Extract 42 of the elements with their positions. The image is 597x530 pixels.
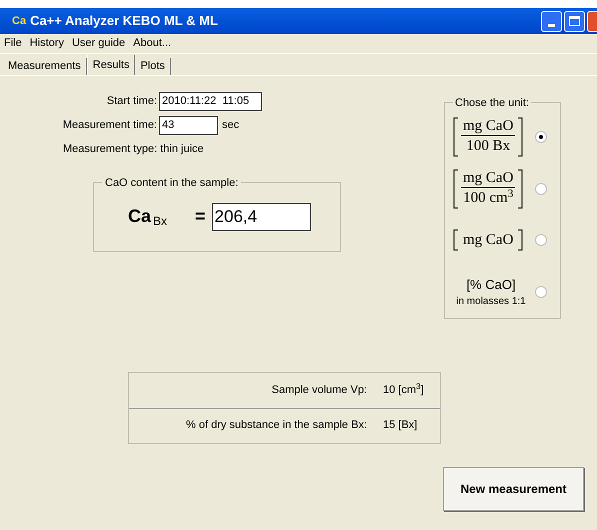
bracket-icon xyxy=(517,116,524,157)
minimize-button[interactable] xyxy=(541,10,562,32)
start-time-field[interactable]: 2010:11:22 11:05 xyxy=(159,92,262,110)
result-field[interactable]: 206,4 xyxy=(212,202,311,230)
unit-label: [% CaO] xyxy=(466,276,516,294)
parameter-value: 10 [cm$^{3}$] xyxy=(383,382,424,398)
bracket-icon xyxy=(453,168,459,209)
field-label: Start time: xyxy=(106,94,158,109)
measurement-time-field[interactable]: 43 xyxy=(159,116,218,134)
unit-numerator: mg CaO xyxy=(461,169,516,188)
radio-button[interactable] xyxy=(535,234,547,246)
unit-label: mg CaO xyxy=(462,231,514,250)
close-button[interactable] xyxy=(587,10,597,32)
menu-item[interactable]: History xyxy=(30,35,64,52)
menu-item[interactable]: User guide xyxy=(72,35,126,52)
unit-numerator: mg CaO xyxy=(461,117,516,136)
result-symbol: Ca$_{Bx}$ xyxy=(128,205,168,230)
radio-button[interactable] xyxy=(535,182,547,195)
measurement-type: Measurement type: thin juice xyxy=(63,142,205,157)
parameter-label: % of dry substance in the sample Bx: xyxy=(185,418,367,434)
maximize-button[interactable] xyxy=(564,10,585,32)
field-label: Measurement time: xyxy=(62,118,158,133)
new-measurement-button[interactable]: New measurement xyxy=(443,467,584,511)
app-logo: Ca xyxy=(12,14,26,29)
tab[interactable]: Results xyxy=(86,55,136,75)
bracket-icon xyxy=(453,229,459,252)
tab[interactable]: Plots xyxy=(135,58,171,75)
unit-note: in molasses 1:1 xyxy=(456,295,526,310)
menu-item[interactable]: File xyxy=(4,35,22,52)
unit-label: sec xyxy=(222,118,240,133)
bracket-icon xyxy=(517,168,524,209)
menu-item[interactable]: About... xyxy=(133,35,172,52)
radio-button[interactable] xyxy=(535,130,547,143)
bracket-icon xyxy=(517,229,524,252)
bracket-icon xyxy=(453,116,459,157)
parameter-value: 15 [Bx] xyxy=(383,418,418,434)
equals-sign: = xyxy=(195,205,206,228)
parameter-label: Sample volume Vp: xyxy=(270,382,367,398)
unit-denominator: 100 Bx xyxy=(466,137,510,156)
radio-button[interactable] xyxy=(535,286,547,298)
window-title: Ca++ Analyzer KEBO ML & ML xyxy=(30,12,218,30)
unit-denominator: 100 cm$^{3}$ xyxy=(463,188,514,208)
